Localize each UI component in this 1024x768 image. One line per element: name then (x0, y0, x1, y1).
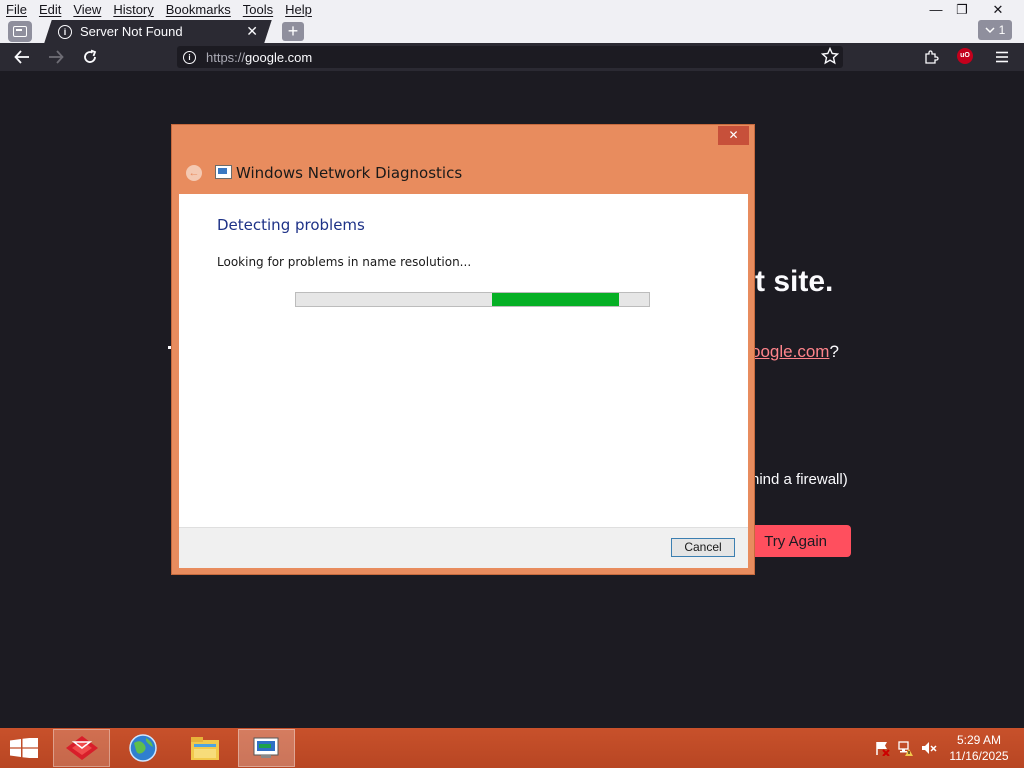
menu-bar: File Edit View History Bookmarks Tools H… (0, 0, 318, 20)
title-bar: File Edit View History Bookmarks Tools H… (0, 0, 1024, 20)
extensions-button[interactable] (917, 43, 945, 71)
error-title-fragment: t site. (755, 265, 834, 298)
tab-close-icon[interactable]: ✕ (246, 23, 258, 40)
tab-count: 1 (998, 23, 1006, 37)
progress-bar-fill (491, 293, 619, 306)
clock-date: 11/16/2025 (949, 749, 1009, 763)
cancel-button[interactable]: Cancel (671, 538, 735, 557)
star-icon (820, 46, 840, 65)
menu-edit[interactable]: Edit (33, 0, 67, 20)
red-diamond-app-icon (65, 736, 98, 760)
url-host: google.com (245, 49, 313, 65)
tab-list-button[interactable] (8, 21, 32, 42)
taskbar: 5:29 AM 11/16/2025 (0, 728, 1024, 768)
volume-muted-icon[interactable] (921, 740, 937, 756)
progress-bar (295, 292, 650, 307)
menu-history[interactable]: History (107, 0, 159, 20)
dialog-content: Detecting problems Looking for problems … (179, 194, 748, 527)
reload-button[interactable] (76, 43, 104, 71)
window-close-button[interactable]: ✕ (980, 0, 1016, 20)
dialog-heading: Detecting problems (217, 216, 365, 234)
suggested-site-link[interactable]: oogle.com (751, 342, 829, 361)
hamburger-menu-icon (996, 51, 1008, 63)
back-button[interactable] (8, 43, 36, 71)
clock-time: 5:29 AM (956, 733, 1002, 747)
network-icon[interactable] (898, 740, 914, 756)
menu-help[interactable]: Help (279, 0, 318, 20)
tab-title: Server Not Found (80, 24, 183, 39)
app-menu-button[interactable] (988, 43, 1016, 71)
dialog-status-text: Looking for problems in name resolution.… (217, 255, 472, 269)
menu-view[interactable]: View (67, 0, 107, 20)
menu-bookmarks[interactable]: Bookmarks (160, 0, 237, 20)
system-clock[interactable]: 5:29 AM 11/16/2025 (944, 732, 1014, 764)
try-again-button[interactable]: Try Again (740, 525, 851, 557)
info-icon: i (58, 24, 72, 39)
tab-list-icon (13, 26, 27, 37)
reload-icon (84, 49, 97, 63)
taskbar-item-file-explorer[interactable] (176, 729, 233, 767)
menu-file[interactable]: File (0, 0, 33, 20)
menu-tools[interactable]: Tools (237, 0, 279, 20)
dialog-close-button[interactable]: ✕ (718, 126, 749, 145)
chevron-down-icon (985, 26, 995, 33)
dialog-back-button[interactable]: ← (186, 165, 202, 181)
forward-button[interactable] (42, 43, 70, 71)
bookmark-star-button[interactable] (820, 46, 840, 68)
back-arrow-icon (14, 50, 29, 64)
taskbar-item-network-diagnostics[interactable] (238, 729, 295, 767)
taskbar-item-browser[interactable] (114, 729, 171, 767)
site-info-icon[interactable]: i (183, 50, 196, 64)
folder-icon (190, 737, 219, 760)
tab-overflow-button[interactable]: 1 (978, 20, 1012, 40)
navigation-bar: i https://google.com (0, 43, 1024, 71)
error-suggestion: oogle.com? (751, 342, 839, 362)
windows-logo-icon (10, 737, 38, 759)
url-text[interactable]: https://google.com (206, 50, 312, 65)
network-diagnostics-dialog: ✕ ← Windows Network Diagnostics Detectin… (171, 124, 755, 575)
tab-server-not-found[interactable]: i Server Not Found ✕ (48, 20, 268, 43)
start-button[interactable] (10, 737, 38, 761)
action-center-flag-icon[interactable] (874, 740, 890, 756)
url-scheme: https:// (206, 49, 246, 65)
forward-arrow-icon (49, 50, 64, 64)
suggestion-suffix: ? (829, 342, 839, 361)
ublock-origin-icon[interactable]: uO (957, 48, 973, 64)
url-bar[interactable]: i https://google.com (177, 46, 843, 68)
error-firewall-hint: hind a firewall) (751, 471, 848, 488)
taskbar-item-app-red[interactable] (53, 729, 110, 767)
puzzle-icon (925, 50, 939, 64)
network-diagnostics-app-icon (215, 165, 232, 179)
dialog-title: Windows Network Diagnostics (236, 164, 463, 182)
dialog-footer: Cancel (179, 527, 748, 568)
new-tab-button[interactable]: + (282, 22, 304, 41)
restore-button[interactable]: ❐ (944, 0, 980, 20)
network-diagnostics-icon (253, 737, 278, 758)
globe-browser-icon (128, 734, 157, 762)
tab-strip: i Server Not Found ✕ + 1 (0, 20, 1024, 43)
